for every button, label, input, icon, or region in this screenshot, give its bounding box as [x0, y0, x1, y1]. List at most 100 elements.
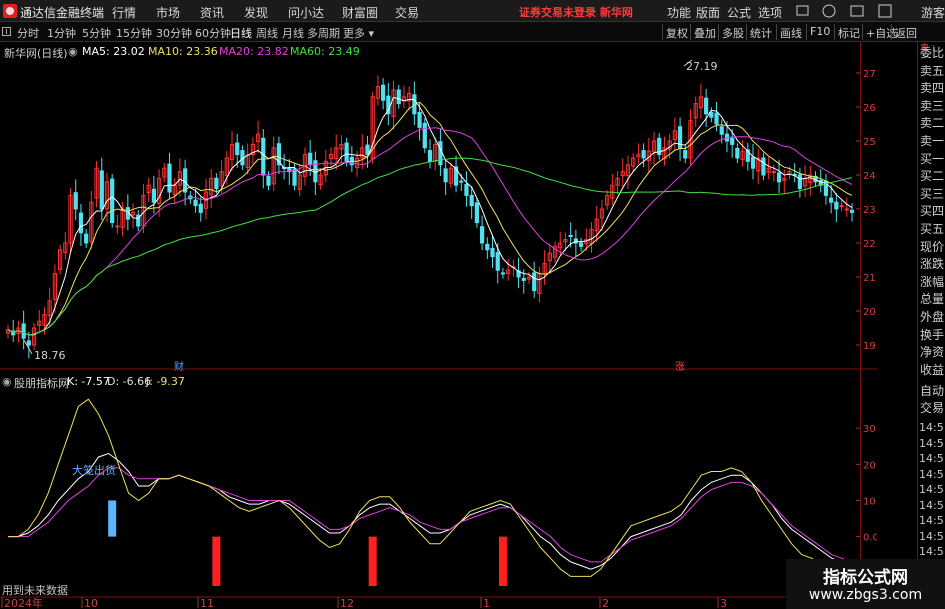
candle-body — [834, 201, 839, 210]
candle-body — [500, 272, 506, 275]
guest-user[interactable]: 游客 — [921, 4, 945, 21]
menu-item-layout[interactable]: 版面 — [696, 4, 720, 21]
period-tab-timeshare[interactable]: 分时 — [17, 25, 39, 41]
menu-item-fortune-circle[interactable]: 财富圈 — [342, 4, 378, 21]
price-axis-label: 23.00 — [863, 205, 877, 216]
candle-body — [495, 252, 500, 271]
overlay-button[interactable]: 叠加 — [690, 24, 719, 40]
candle-body — [235, 142, 240, 156]
candle-body — [261, 137, 266, 176]
chevron-down-icon[interactable]: ◉ — [68, 45, 78, 58]
menu-item-formula[interactable]: 公式 — [727, 4, 751, 21]
candle-body — [422, 122, 427, 149]
tick-time: 14:5 — [919, 421, 944, 434]
indicator-title[interactable]: 股朋指标网 — [14, 375, 69, 391]
news-marker-zhang[interactable]: 涨 — [675, 358, 685, 373]
timeline-label: 2 — [602, 597, 609, 609]
candle-body — [198, 203, 203, 213]
candle-body — [396, 89, 401, 105]
chart-area[interactable]: 27.0026.0025.0024.0023.0022.0021.0020.00… — [0, 42, 877, 609]
period-tab-15min[interactable]: 15分钟 — [116, 25, 152, 41]
back-button[interactable]: 返回 — [891, 24, 920, 40]
candle-body — [417, 111, 422, 128]
indicator-axis-label: 0.00 — [863, 533, 877, 544]
candle-body — [438, 141, 443, 166]
candle-body — [714, 112, 719, 125]
restore-rights-button[interactable]: 复权 — [662, 24, 691, 40]
menu-item-discover[interactable]: 发现 — [244, 4, 268, 21]
candle-body — [110, 178, 115, 224]
candle-body — [797, 174, 803, 190]
quote-field-label: 涨幅 — [920, 274, 945, 289]
candle-body — [78, 212, 84, 234]
high-price-label: 27.19 — [686, 60, 718, 73]
period-tab-1min[interactable]: 1分钟 — [47, 25, 76, 41]
quote-field-label: 委比 — [920, 46, 945, 60]
candle-body — [839, 205, 844, 208]
statistics-button[interactable]: 统计 — [746, 24, 775, 40]
app-title: 通达信金融终端 — [20, 6, 105, 20]
mark-button[interactable]: 标记 — [834, 24, 863, 40]
window-help-icon[interactable] — [850, 5, 864, 17]
window-close-icon[interactable] — [878, 4, 892, 18]
watermark-title: 指标公式网 — [823, 568, 908, 588]
tick-time: 14:5 — [919, 452, 944, 465]
menu-item-options[interactable]: 选项 — [758, 4, 782, 21]
menu-item-market[interactable]: 市场 — [156, 4, 180, 21]
quote-field-label: 买一 — [920, 151, 945, 166]
period-tab-5min[interactable]: 5分钟 — [82, 25, 111, 41]
panel-toggle-icon[interactable] — [2, 27, 11, 36]
quote-field-label: 卖三 — [920, 98, 945, 113]
candle-body — [380, 84, 386, 101]
period-tab-30min[interactable]: 30分钟 — [156, 25, 192, 41]
candle-body — [26, 340, 31, 346]
candle-body — [464, 184, 469, 196]
candle-body — [266, 175, 271, 186]
sell-signal-bar — [212, 536, 221, 586]
candle-body — [704, 97, 709, 115]
signal-label: 大笼出货 — [72, 464, 116, 477]
sell-signal-bar — [498, 536, 507, 586]
f10-button[interactable]: F10 — [806, 24, 833, 40]
price-axis-label: 27.00 — [863, 69, 877, 80]
quote-field-label: 买五 — [920, 222, 945, 236]
menu-item-wenxiaoda[interactable]: 问小达 — [288, 4, 324, 21]
login-status: 证券交易未登录 新华网 — [519, 6, 633, 19]
menu-item-quotes[interactable]: 行情 — [112, 4, 136, 21]
period-tab-daily[interactable]: 日线 — [230, 25, 252, 41]
menu-item-news[interactable]: 资讯 — [200, 4, 224, 21]
news-marker-cai[interactable]: 财 — [174, 358, 184, 373]
indicator-settings-icon[interactable]: ◉ — [2, 375, 12, 388]
menu-bar: 通达信金融终端 行情 市场 资讯 发现 问小达 财富圈 交易 证券交易未登录 新… — [0, 0, 945, 22]
legend-ma10: MA10: 23.36 — [148, 45, 218, 58]
menu-item-functions[interactable]: 功能 — [667, 4, 691, 21]
indicator-axis-label: 10.00 — [863, 496, 877, 507]
candle-body — [99, 170, 104, 210]
menu-item-trade[interactable]: 交易 — [395, 4, 419, 21]
quote-tab-0[interactable]: 自动 — [920, 385, 944, 397]
period-tab-monthly[interactable]: 月线 — [282, 25, 304, 41]
period-tab-60min[interactable]: 60分钟 — [195, 25, 231, 41]
window-minimize-icon[interactable] — [822, 4, 836, 18]
candle-body — [167, 163, 172, 193]
draw-line-button[interactable]: 画线 — [776, 24, 805, 40]
chart-canvas[interactable]: 27.0026.0025.0024.0023.0022.0021.0020.00… — [0, 42, 877, 609]
candle-body — [474, 202, 480, 224]
candle-body — [84, 233, 89, 244]
candle-body — [73, 192, 78, 210]
period-tab-weekly[interactable]: 周线 — [256, 25, 278, 41]
window-restore-icon[interactable] — [796, 5, 809, 16]
legend-ma5: MA5: 23.02 — [82, 45, 145, 58]
tick-time: 14:5 — [919, 545, 944, 558]
multi-stock-button[interactable]: 多股 — [718, 24, 747, 40]
period-tab-multi[interactable]: 多周期 — [307, 25, 340, 41]
tick-time: 14:5 — [919, 483, 944, 496]
price-axis-label: 20.00 — [863, 307, 877, 318]
candle-body — [719, 126, 724, 135]
ma5-line — [7, 96, 853, 336]
quote-tab-1[interactable]: 交易 — [920, 402, 944, 414]
chevron-down-icon: ▾ — [365, 27, 375, 40]
candle-body — [344, 142, 349, 162]
sell-signal-bar — [368, 536, 377, 586]
period-tab-more[interactable]: 更多 ▾ — [343, 25, 374, 41]
